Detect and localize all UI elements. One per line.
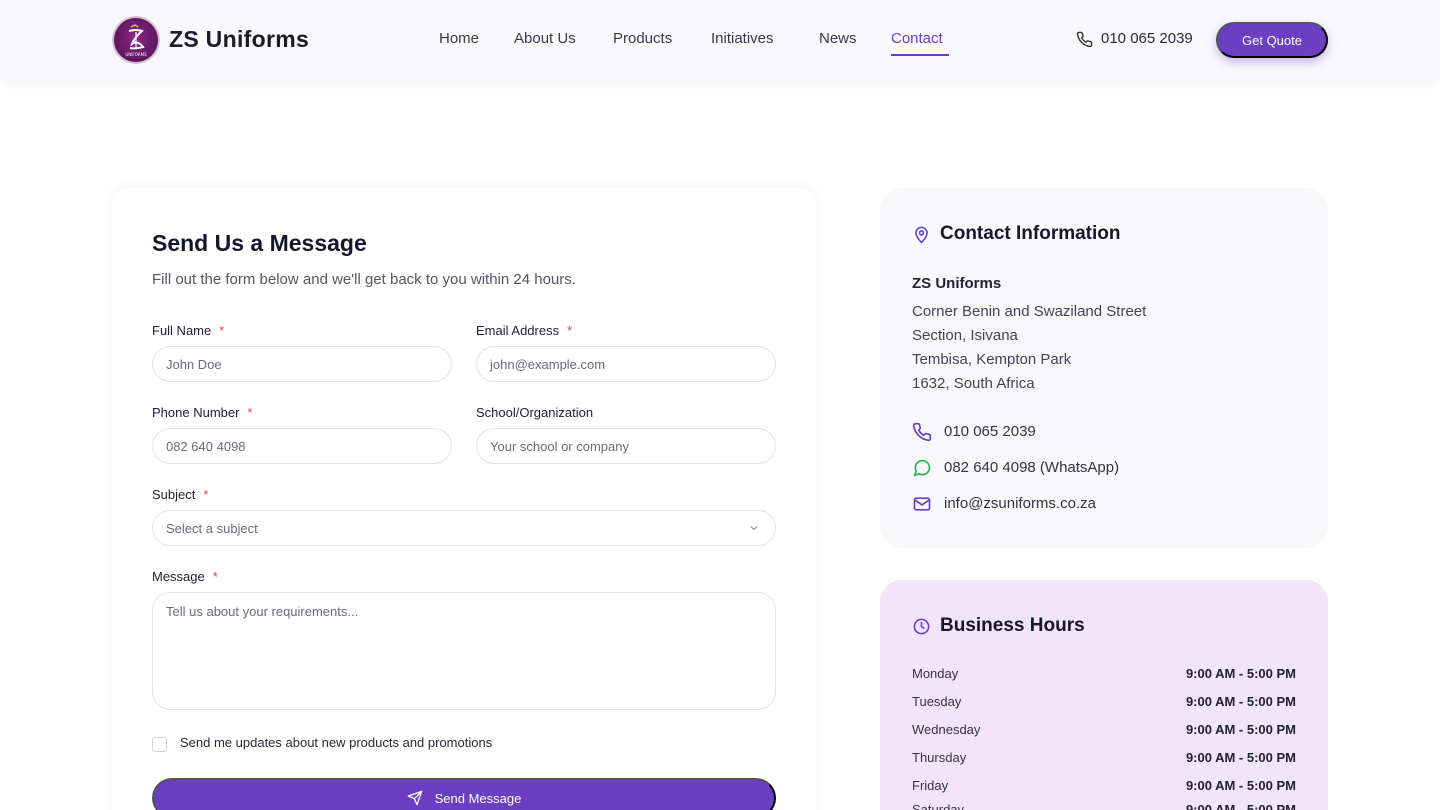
nav-news[interactable]: News	[819, 30, 857, 47]
phone-icon	[1076, 31, 1093, 48]
newsletter-checkbox[interactable]	[152, 737, 167, 752]
clock-icon	[913, 618, 930, 635]
hours-time: 9:00 AM - 5:00 PM	[1185, 666, 1296, 681]
site-header: UNIFORMS ZS Uniforms Home About Us Produ…	[0, 0, 1440, 80]
hours-time: 9:00 AM - 5:00 PM	[1185, 778, 1296, 793]
hours-day: Thursday	[912, 750, 967, 765]
send-message-label: Send Message	[434, 790, 522, 806]
nav-initiatives[interactable]: Initiatives	[711, 30, 774, 47]
organization-label: School/Organization	[476, 405, 594, 420]
organization-input[interactable]: Your school or company	[476, 428, 776, 464]
hours-day: Tuesday	[912, 694, 962, 709]
subject-label: Subject *	[152, 487, 209, 502]
contact-info-title: Contact Information	[940, 223, 1121, 244]
nav-contact[interactable]: Contact	[891, 30, 943, 47]
nav-home[interactable]: Home	[439, 30, 479, 47]
send-message-button[interactable]: Send Message	[152, 778, 776, 810]
hours-day: Friday	[912, 778, 949, 793]
hours-day: Saturday	[912, 802, 965, 810]
contact-email[interactable]: info@zsuniforms.co.za	[944, 495, 1096, 512]
newsletter-label[interactable]: Send me updates about new products and p…	[180, 735, 492, 750]
chevron-down-icon	[750, 526, 758, 531]
nav-products[interactable]: Products	[613, 30, 672, 47]
hours-time: 9:00 AM - 5:00 PM	[1185, 694, 1296, 709]
address-line-2: Section, Isivana	[912, 327, 1018, 344]
get-quote-button[interactable]: Get Quote	[1216, 22, 1328, 58]
full-name-input[interactable]: John Doe	[152, 346, 452, 382]
location-pin-icon	[915, 226, 928, 244]
brand-logo[interactable]: UNIFORMS	[112, 16, 160, 64]
phone-icon	[912, 422, 932, 442]
send-icon	[407, 790, 422, 806]
address-line-4: 1632, South Africa	[912, 375, 1035, 392]
mail-icon	[913, 497, 931, 511]
svg-text:UNIFORMS: UNIFORMS	[125, 52, 147, 57]
business-hours-title: Business Hours	[940, 615, 1085, 636]
hours-day: Monday	[912, 666, 959, 681]
logo-mark-icon: UNIFORMS	[125, 24, 147, 57]
subject-select[interactable]: Select a subject	[152, 510, 776, 546]
active-nav-indicator	[891, 54, 949, 56]
form-title: Send Us a Message	[152, 230, 367, 256]
address-line-1: Corner Benin and Swaziland Street	[912, 303, 1147, 320]
phone-input[interactable]: 082 640 4098	[152, 428, 452, 464]
contact-whatsapp[interactable]: 082 640 4098 (WhatsApp)	[944, 459, 1119, 476]
brand-name[interactable]: ZS Uniforms	[169, 26, 309, 53]
hours-time: 9:00 AM - 5:00 PM	[1185, 802, 1296, 810]
message-label: Message *	[152, 569, 218, 584]
phone-label: Phone Number *	[152, 405, 253, 420]
whatsapp-icon	[913, 459, 931, 477]
nav-about-us[interactable]: About Us	[514, 30, 576, 47]
full-name-label: Full Name *	[152, 323, 225, 338]
email-label: Email Address *	[476, 323, 573, 338]
email-input[interactable]: john@example.com	[476, 346, 776, 382]
header-phone[interactable]: 010 065 2039	[1101, 30, 1193, 47]
hours-time: 9:00 AM - 5:00 PM	[1185, 750, 1296, 765]
contact-company: ZS Uniforms	[912, 275, 1002, 292]
message-textarea[interactable]: Tell us about your requirements...	[152, 592, 776, 710]
address-line-3: Tembisa, Kempton Park	[912, 351, 1072, 368]
contact-phone[interactable]: 010 065 2039	[944, 423, 1036, 440]
hours-time: 9:00 AM - 5:00 PM	[1185, 722, 1296, 737]
hours-day: Wednesday	[912, 722, 981, 737]
form-subtitle: Fill out the form below and we'll get ba…	[152, 271, 576, 288]
